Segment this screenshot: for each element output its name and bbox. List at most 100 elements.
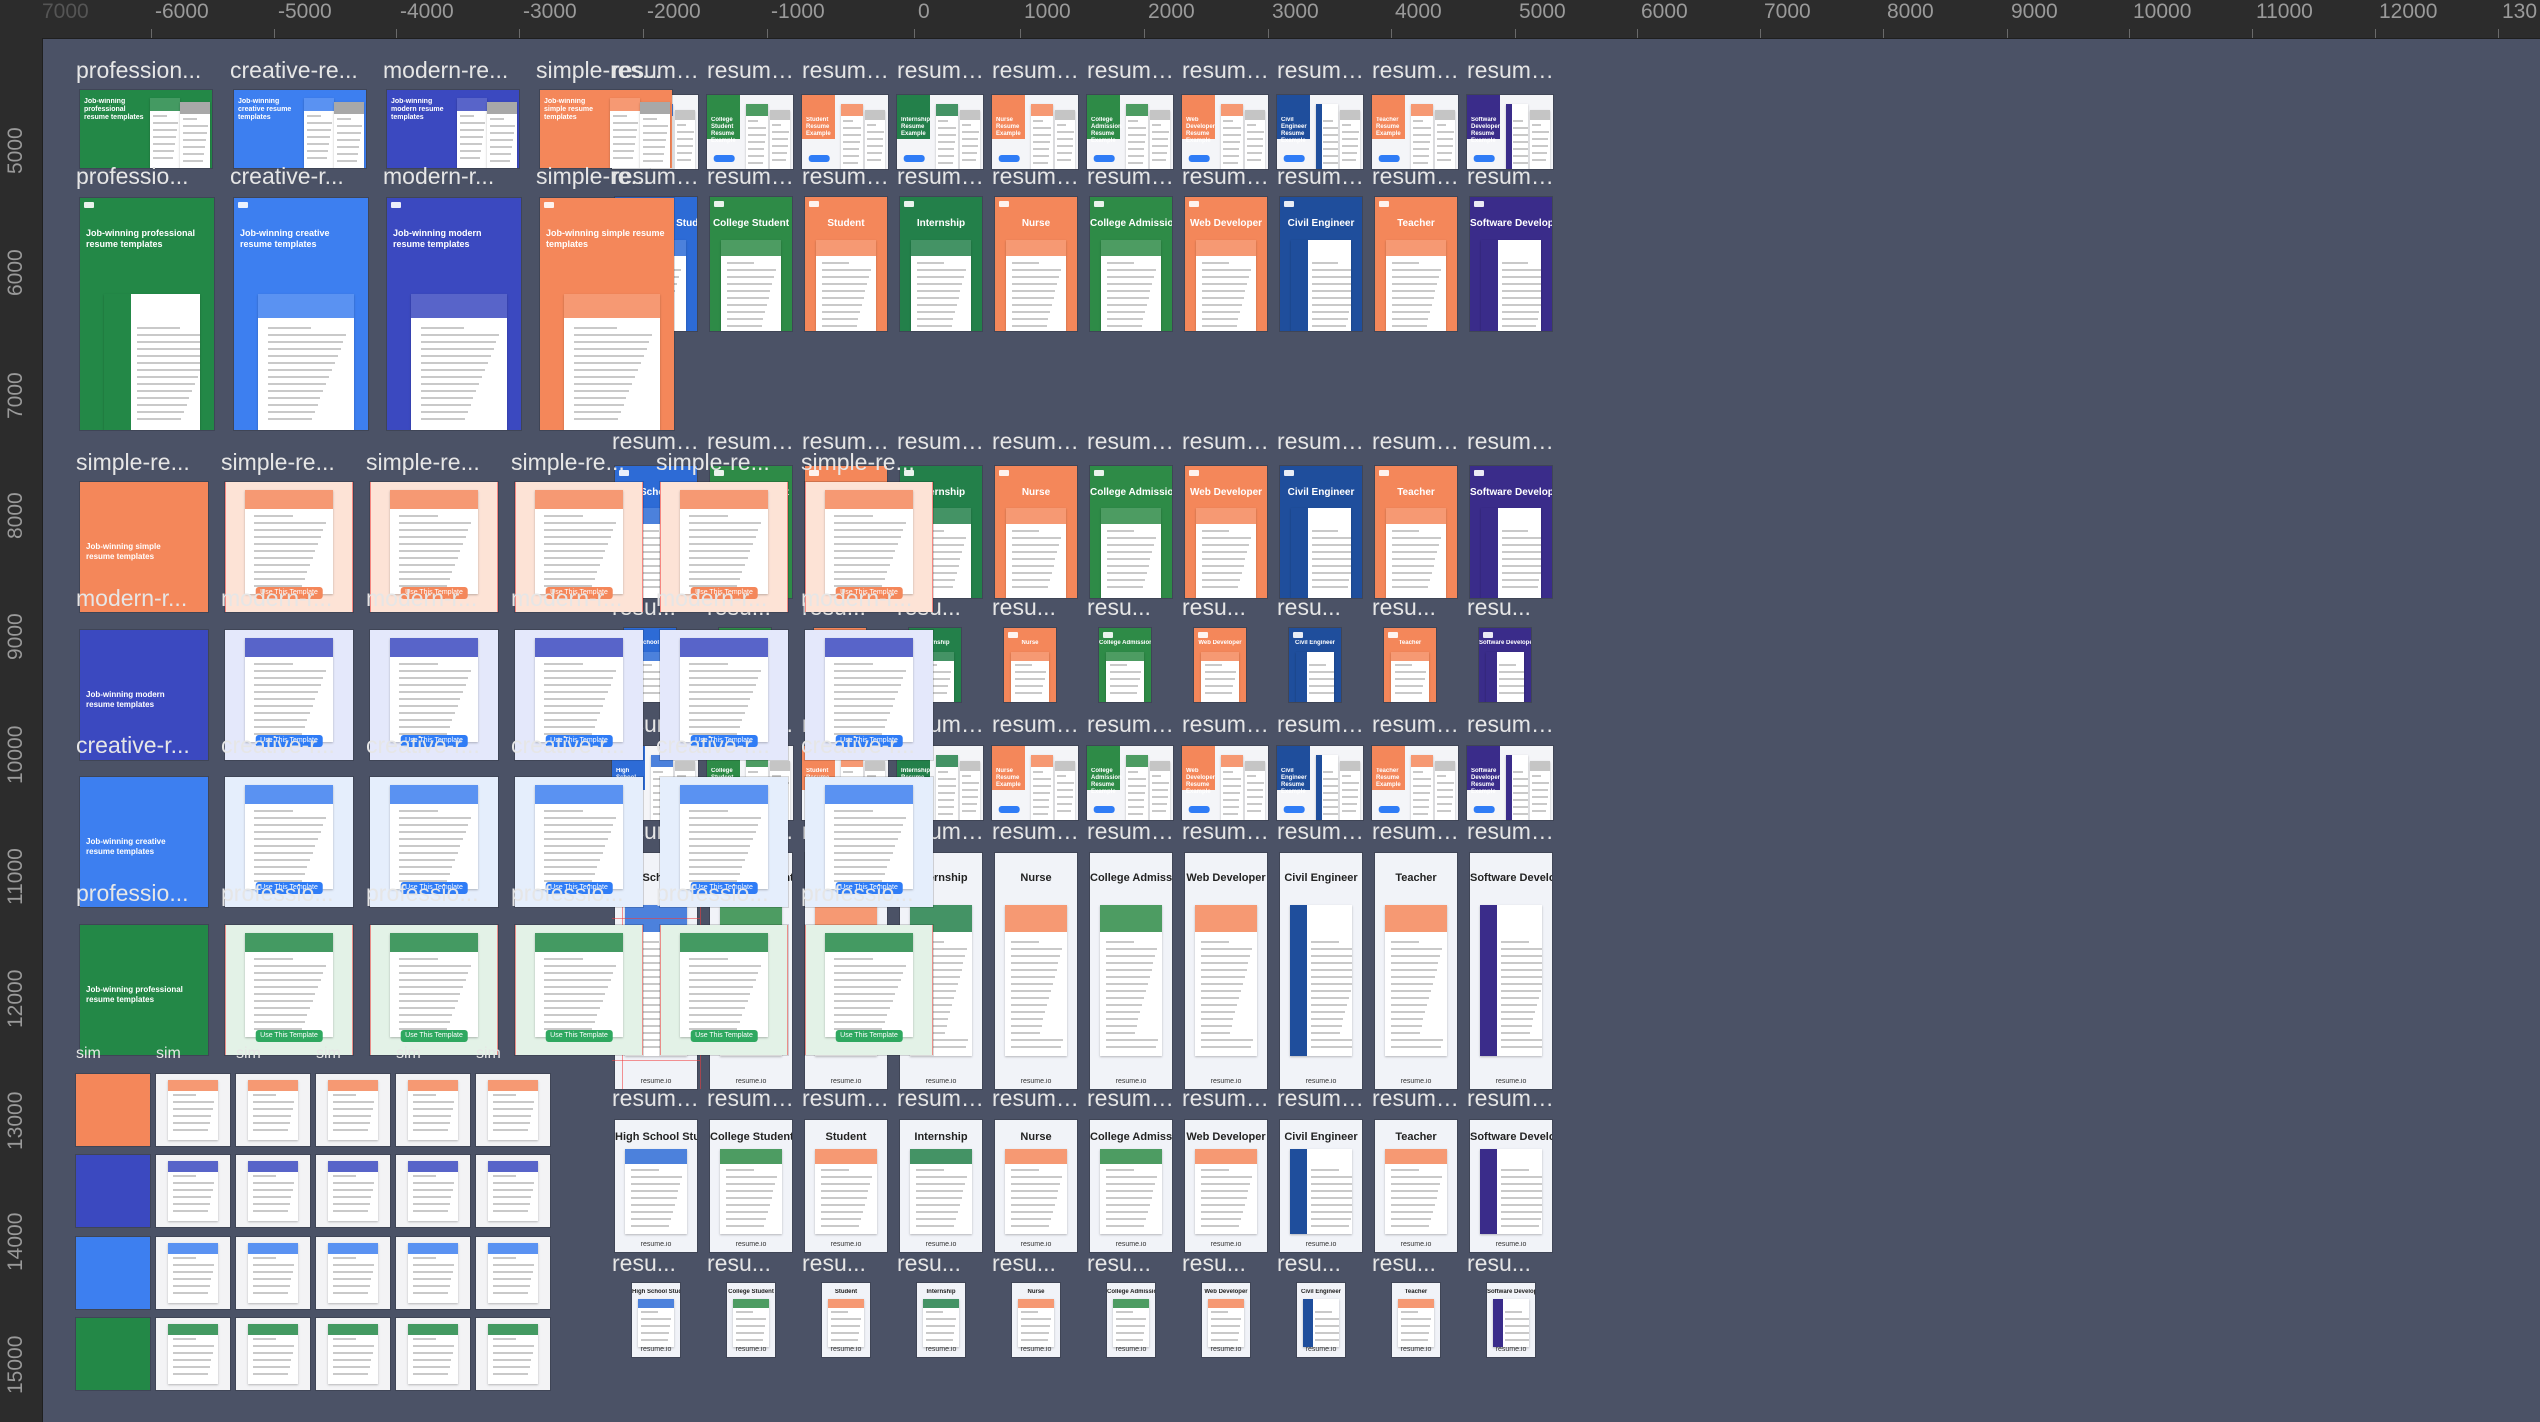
resume-example-frame[interactable]: Civil Engineer <box>1280 197 1362 331</box>
frame-label[interactable]: resu... <box>992 593 1080 621</box>
mini-template-frame[interactable] <box>396 1318 470 1390</box>
resume-example-frame[interactable]: Nurse resume.io <box>1012 1283 1060 1357</box>
frame-label[interactable]: resume-e... <box>1182 817 1270 845</box>
resume-example-frame[interactable]: Nurse Resume Example <box>992 746 1078 820</box>
frame-label[interactable]: resume-e... <box>1277 427 1365 455</box>
resume-example-frame[interactable]: College Admissions <box>1090 197 1172 331</box>
mini-template-frame[interactable] <box>236 1318 310 1390</box>
mini-template-frame[interactable] <box>396 1237 470 1309</box>
frame-label[interactable]: sim <box>76 1040 146 1068</box>
resume-example-frame[interactable]: College Admissions <box>1099 628 1151 702</box>
resume-example-frame[interactable]: High School Studentresume.io <box>615 1120 697 1252</box>
frame-label[interactable]: resu... <box>1467 593 1555 621</box>
frame-label[interactable]: sim <box>236 1040 306 1068</box>
resume-example-frame[interactable]: Nurse Resume Example <box>992 95 1078 169</box>
template-frame[interactable]: Use This Template <box>660 925 788 1055</box>
resume-example-frame[interactable]: Nurse <box>995 197 1077 331</box>
frame-label[interactable]: resume-ex... <box>1182 56 1270 84</box>
frame-label[interactable]: resume-ex... <box>1372 710 1460 738</box>
frame-label[interactable]: resume-e... <box>1372 162 1460 190</box>
resume-example-frame[interactable]: Web Developer <box>1185 197 1267 331</box>
frame-label[interactable]: resu... <box>802 1249 890 1277</box>
resume-example-frame[interactable]: High School Studentresume.io <box>632 1283 680 1357</box>
frame-label[interactable]: resu... <box>1277 1249 1365 1277</box>
frame-label[interactable]: resu... <box>1372 1249 1460 1277</box>
frame-label[interactable]: resu... <box>1372 593 1460 621</box>
frame-label[interactable]: resume-e... <box>1372 427 1460 455</box>
frame-label[interactable]: resume-ex... <box>1277 710 1365 738</box>
frame-label[interactable]: resume-ex... <box>802 56 890 84</box>
frame-label[interactable]: professio... <box>801 879 936 907</box>
template-frame[interactable]: Use This Template <box>225 925 353 1055</box>
frame-label[interactable]: resume-ex... <box>1372 56 1460 84</box>
mini-template-frame[interactable] <box>76 1074 150 1146</box>
mini-template-frame[interactable] <box>236 1155 310 1227</box>
resume-example-frame[interactable]: Civil Engineer <box>1289 628 1341 702</box>
frame-label[interactable]: creative-r... <box>801 731 936 759</box>
category-lead-card[interactable]: Job-winning professional resume template… <box>80 925 208 1055</box>
frame-label[interactable]: profession... <box>76 56 211 84</box>
frame-label[interactable]: modern-r... <box>76 584 211 612</box>
resume-example-frame[interactable]: Civil Engineer resume.io <box>1297 1283 1345 1357</box>
resume-example-frame[interactable]: Civil Engineer resume.io <box>1280 853 1362 1089</box>
frame-label[interactable]: resume-ex... <box>1467 56 1555 84</box>
mini-template-frame[interactable] <box>396 1074 470 1146</box>
frame-label[interactable]: resume-e... <box>1277 817 1365 845</box>
frame-label[interactable]: resume-e... <box>897 1084 985 1112</box>
frame-label[interactable]: modern-re... <box>383 56 518 84</box>
frame-label[interactable]: resume-ex... <box>707 56 795 84</box>
frame-label[interactable]: modern-r... <box>511 584 646 612</box>
frame-label[interactable]: modern-r... <box>656 584 791 612</box>
mini-template-frame[interactable] <box>316 1155 390 1227</box>
frame-label[interactable]: resume-e... <box>992 427 1080 455</box>
frame-label[interactable]: resume-e... <box>992 817 1080 845</box>
frame-label[interactable]: creative-r... <box>366 731 501 759</box>
frame-label[interactable]: simple-re... <box>221 448 356 476</box>
resume-example-frame[interactable]: College Admissionsresume.io <box>1107 1283 1155 1357</box>
frame-label[interactable]: creative-re... <box>230 56 365 84</box>
resume-example-frame[interactable]: College Student <box>710 197 792 331</box>
frame-label[interactable]: sim <box>156 1040 226 1068</box>
resume-example-frame[interactable]: Web Developer resume.io <box>1202 1283 1250 1357</box>
resume-example-frame[interactable]: Web Developer resume.io <box>1185 1120 1267 1252</box>
resume-example-frame[interactable]: College Admissions Resume Example <box>1087 746 1173 820</box>
resume-example-frame[interactable]: College Admissionsresume.io <box>1090 1120 1172 1252</box>
frame-label[interactable]: resume-ex... <box>992 56 1080 84</box>
frame-label[interactable]: resume-e... <box>1467 427 1555 455</box>
resume-example-frame[interactable]: Internship resume.io <box>900 1120 982 1252</box>
frame-label[interactable]: simple-res... <box>536 56 671 84</box>
frame-label[interactable]: resume-e... <box>1182 1084 1270 1112</box>
resume-example-frame[interactable]: Nurse <box>1004 628 1056 702</box>
resume-example-frame[interactable]: College Admissions <box>1090 466 1172 598</box>
resume-example-frame[interactable]: Nurse resume.io <box>995 853 1077 1089</box>
category-hero[interactable]: Job-winning creative resume templates <box>234 198 368 430</box>
resume-example-frame[interactable]: Internship resume.io <box>917 1283 965 1357</box>
frame-label[interactable]: resume-e... <box>1467 1084 1555 1112</box>
frame-label[interactable]: modern-r... <box>366 584 501 612</box>
resume-example-frame[interactable]: College Student Resume Example <box>707 95 793 169</box>
resume-example-frame[interactable]: Software Developerresume.io <box>1470 1120 1552 1252</box>
frame-label[interactable]: simple-re... <box>536 162 671 190</box>
resume-example-frame[interactable]: Civil Engineer resume.io <box>1280 1120 1362 1252</box>
frame-label[interactable]: resume-ex... <box>1087 56 1175 84</box>
frame-label[interactable]: resume-e... <box>1467 162 1555 190</box>
mini-template-frame[interactable] <box>156 1318 230 1390</box>
resume-example-frame[interactable]: Software Developer Resume Example <box>1467 746 1553 820</box>
category-banner[interactable]: Job-winning professional resume template… <box>80 90 212 168</box>
resume-example-frame[interactable]: Civil Engineer <box>1280 466 1362 598</box>
frame-label[interactable]: resume-e... <box>1087 817 1175 845</box>
frame-label[interactable]: creative-r... <box>511 731 646 759</box>
frame-label[interactable]: resu... <box>1087 1249 1175 1277</box>
mini-template-frame[interactable] <box>156 1155 230 1227</box>
frame-label[interactable]: resume-e... <box>802 1084 890 1112</box>
resume-example-frame[interactable]: Web Developer Resume Example <box>1182 95 1268 169</box>
template-frame[interactable]: Use This Template <box>370 925 498 1055</box>
frame-label[interactable]: resume-e... <box>992 162 1080 190</box>
category-banner[interactable]: Job-winning simple resume templates <box>540 90 672 168</box>
category-hero[interactable]: Job-winning simple resume templates <box>540 198 674 430</box>
mini-template-frame[interactable] <box>396 1155 470 1227</box>
resume-example-frame[interactable]: Teacher resume.io <box>1375 1120 1457 1252</box>
resume-example-frame[interactable]: College Admissionsresume.io <box>1090 853 1172 1089</box>
resume-example-frame[interactable]: Studentresume.io <box>822 1283 870 1357</box>
category-hero[interactable]: Job-winning modern resume templates <box>387 198 521 430</box>
